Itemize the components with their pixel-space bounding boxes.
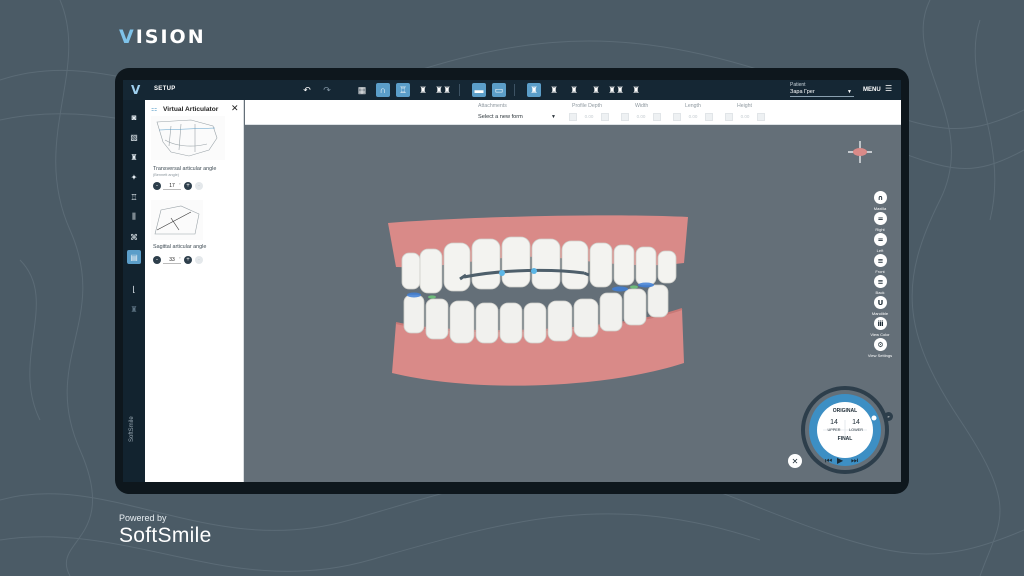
transversal-reset-button[interactable]: · (195, 182, 203, 190)
length-stepper[interactable]: 0.00 (673, 112, 713, 121)
sidebar-item-photos[interactable]: ◙ (127, 110, 141, 124)
left-label: Left (876, 248, 884, 253)
sagittal-reset-button[interactable]: · (195, 256, 203, 264)
final-label: FINAL (837, 436, 853, 442)
vertical-brand: SoftSmile (129, 416, 135, 442)
sidebar-item-tooth-setup[interactable]: ♖ (127, 190, 141, 204)
lower-count: 14 (852, 419, 860, 426)
front-view-button[interactable]: ≡ (874, 254, 887, 267)
degree-symbol: ° (179, 182, 181, 187)
right-view-button[interactable]: = (874, 212, 887, 225)
sidebar-item-export[interactable]: ♜ (127, 302, 141, 316)
sidebar-item-segmentation[interactable]: ▧ (127, 130, 141, 144)
skull-sketch-image (151, 116, 225, 160)
app-logo: V (131, 83, 141, 97)
arch-icon[interactable]: ∩ (376, 83, 390, 97)
undo-icon[interactable]: ↶ (300, 83, 314, 97)
transversal-increment-button[interactable]: + (184, 182, 192, 190)
toolbar-divider (459, 84, 460, 96)
virtual-articulator-panel: ⚏ Virtual Articulator ✕ Transversal arti… (145, 100, 244, 482)
hamburger-icon[interactable]: ☰ (885, 84, 892, 93)
vision-logo: VISION (119, 26, 206, 48)
sidebar-item-axis[interactable]: ✦ (127, 170, 141, 184)
maxilla-label: Maxilla (873, 206, 887, 211)
bennett-angle-sublabel: (Bennett angle) (153, 173, 179, 177)
mandible-view-button[interactable]: U (874, 296, 887, 309)
teeth-pair-icon[interactable]: ♜♜ (435, 83, 451, 97)
patient-select[interactable]: Зара Грег (790, 89, 854, 97)
tooth-crown-icon[interactable]: ♜ (589, 83, 603, 97)
play-icon[interactable]: ▶ (837, 456, 843, 465)
close-scene-button[interactable]: ✕ (788, 454, 802, 468)
mode-label: SETUP (154, 86, 176, 92)
left-sidebar: ◙ ▧ ♜ ✦ ♖ ⫼ ⌘ ▤ ⌊ ♜ SoftSmile (123, 100, 145, 482)
powered-by-label: Powered by (119, 513, 167, 523)
app-screen: V SETUP ↶ ↷ ▦ ∩ ♖ ♜ ♜♜ ▬ ▭ ♜ ♜ ♜ ♜ ♜♜ ♜ … (123, 80, 901, 482)
view-color-button[interactable]: ⅲ (874, 317, 887, 330)
upper-count: 14 (830, 419, 838, 426)
sidebar-item-attachments[interactable]: ⌘ (127, 230, 141, 244)
step-forward-icon[interactable]: ⏭ (851, 456, 858, 466)
height-stepper[interactable]: 0.00 (725, 112, 765, 121)
transversal-decrement-button[interactable]: - (153, 182, 161, 190)
view-settings-label: View Settings (867, 353, 893, 358)
sagittal-increment-button[interactable]: + (184, 256, 192, 264)
tooth-front-icon[interactable]: ♜ (527, 83, 541, 97)
tooth-implant-icon[interactable]: ♜♜ (608, 83, 624, 97)
bracket-alt-icon[interactable]: ▭ (492, 83, 506, 97)
redo-icon[interactable]: ↷ (320, 83, 334, 97)
profile-depth-label: Profile Depth (572, 103, 602, 109)
lower-label: LOWER (849, 428, 863, 432)
panel-title: Virtual Articulator (163, 106, 219, 113)
tooth-icon[interactable]: ♖ (396, 83, 410, 97)
grid-icon[interactable]: ▦ (355, 83, 369, 97)
sidebar-item-teeth[interactable]: ♜ (127, 150, 141, 164)
upper-label: UPPER (827, 428, 841, 432)
tooth-single-icon[interactable]: ♜ (416, 83, 430, 97)
toolbar-divider (514, 84, 515, 96)
bracket-icon[interactable]: ▬ (472, 83, 486, 97)
tooth-implant-alt-icon[interactable]: ♜ (629, 83, 643, 97)
degree-symbol: ° (179, 256, 181, 261)
back-label: Back (875, 290, 885, 295)
top-toolbar: V SETUP ↶ ↷ ▦ ∩ ♖ ♜ ♜♜ ▬ ▭ ♜ ♜ ♜ ♜ ♜♜ ♜ … (123, 80, 901, 100)
softsmile-logo: SoftSmile (119, 524, 212, 547)
tooth-root-icon[interactable]: ♜ (567, 83, 581, 97)
chevron-down-icon[interactable]: ▼ (551, 114, 556, 120)
sidebar-item-articulator[interactable]: ▤ (127, 250, 141, 264)
front-label: Front (875, 269, 885, 274)
sagittal-decrement-button[interactable]: - (153, 256, 161, 264)
sagittal-angle-label: Sagittal articular angle (153, 244, 207, 250)
articulator-icon: ⚏ (151, 106, 158, 113)
view-color-label: View Color (870, 332, 890, 337)
dial-toggle-button[interactable]: » (884, 412, 893, 421)
view-settings-button[interactable]: ⚙ (874, 338, 887, 351)
left-view-button[interactable]: = (874, 233, 887, 246)
step-back-icon[interactable]: ⏮ (825, 456, 832, 466)
jaw-sketch-image (151, 200, 203, 240)
dental-model[interactable] (384, 213, 694, 393)
attachments-bar: Attachments Select a new form ▼ Profile … (245, 100, 901, 125)
back-view-button[interactable]: ≡ (874, 275, 887, 288)
chevron-down-icon[interactable]: ▼ (847, 89, 852, 95)
sidebar-item-measure[interactable]: ⌊ (127, 282, 141, 296)
right-label: Right (875, 227, 885, 232)
orientation-gizmo-icon[interactable] (845, 137, 875, 167)
attachments-select[interactable]: Select a new form (478, 114, 523, 120)
transversal-angle-label: Transversal articular angle (153, 166, 217, 172)
width-stepper[interactable]: 0.00 (621, 112, 661, 121)
length-label: Length (685, 103, 701, 109)
menu-button[interactable]: MENU (863, 87, 881, 93)
maxilla-view-button[interactable]: ∩ (874, 191, 887, 204)
original-label: ORIGINAL (832, 408, 858, 414)
mandible-label: Mandible (871, 311, 889, 316)
profile-depth-stepper[interactable]: 0.00 (569, 112, 609, 121)
attachments-label: Attachments (478, 103, 507, 109)
height-label: Height (737, 103, 752, 109)
close-icon[interactable]: ✕ (231, 104, 239, 114)
tooth-side-icon[interactable]: ♜ (547, 83, 561, 97)
width-label: Width (635, 103, 649, 109)
patient-label: Patient (790, 82, 806, 88)
sidebar-item-ipr[interactable]: ⫼ (127, 210, 141, 224)
